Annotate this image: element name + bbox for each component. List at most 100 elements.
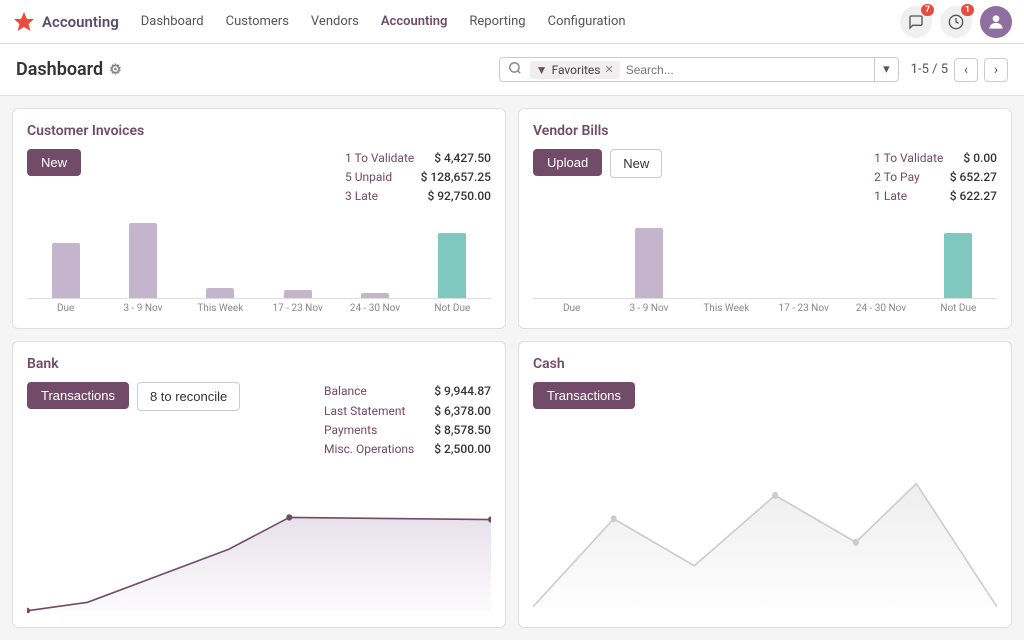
vb-bar-group-5 <box>920 221 997 299</box>
bank-actions: Transactions 8 to reconcile Balance $ 9,… <box>27 382 491 459</box>
nav-right: 7 1 <box>900 6 1012 38</box>
main-content: Customer Invoices New 1 To Validate $ 4,… <box>0 96 1024 640</box>
stat-row-0: 1 To Validate $ 4,427.50 <box>345 149 491 168</box>
stat-row-1: 5 Unpaid $ 128,657.25 <box>345 168 491 187</box>
search-input[interactable] <box>620 59 874 81</box>
nav-configuration[interactable]: Configuration <box>538 8 636 35</box>
nav-accounting[interactable]: Accounting <box>371 8 458 35</box>
bank-stat-value-0: $ 9,944.87 <box>434 382 491 401</box>
filter-icon: ▼ <box>536 63 548 77</box>
filter-tag: ▼ Favorites ✕ <box>530 61 620 79</box>
stat-row-2: 3 Late $ 92,750.00 <box>345 187 491 206</box>
bank-stat-label-2[interactable]: Payments <box>324 421 377 440</box>
bank-title: Bank <box>27 356 491 372</box>
settings-icon[interactable]: ⚙ <box>109 62 122 78</box>
nav-vendors[interactable]: Vendors <box>301 8 369 35</box>
vb-bar-5 <box>944 233 972 298</box>
bank-stats: Balance $ 9,944.87 Last Statement $ 6,37… <box>324 382 491 459</box>
bar-label-4: 24 - 30 Nov <box>336 303 413 314</box>
pagination-label: 1-5 / 5 <box>911 62 948 77</box>
vb-bar-label-3: 17 - 23 Nov <box>765 303 842 314</box>
page-title: Dashboard <box>16 59 103 80</box>
top-navigation: Accounting Dashboard Customers Vendors A… <box>0 0 1024 44</box>
bank-transactions-button[interactable]: Transactions <box>27 382 129 409</box>
vb-stat-row-2: 1 Late $ 622.27 <box>874 187 997 206</box>
bar-3 <box>284 290 312 298</box>
next-page-button[interactable]: › <box>984 58 1008 82</box>
cash-line-chart <box>533 425 997 613</box>
bar-group-4 <box>336 221 413 299</box>
subbar: Dashboard ⚙ ▼ Favorites ✕ ▾ 1-5 / 5 ‹ › <box>0 44 1024 96</box>
vb-stat-row-0: 1 To Validate $ 0.00 <box>874 149 997 168</box>
vb-bar-group-4 <box>842 221 919 299</box>
bank-stat-label-3[interactable]: Misc. Operations <box>324 440 414 459</box>
brand-name: Accounting <box>42 13 119 31</box>
bank-stat-value-3: $ 2,500.00 <box>434 440 491 459</box>
bar-4 <box>361 293 389 298</box>
prev-page-button[interactable]: ‹ <box>954 58 978 82</box>
nav-links: Dashboard Customers Vendors Accounting R… <box>131 8 896 35</box>
avatar-icon <box>986 12 1006 32</box>
search-icon <box>500 61 530 79</box>
vb-stat-label-2[interactable]: 1 Late <box>874 187 907 206</box>
vb-stat-label-1[interactable]: 2 To Pay <box>874 168 920 187</box>
bar-label-2: This Week <box>182 303 259 314</box>
stat-value-2: $ 92,750.00 <box>427 187 491 206</box>
cash-chart-svg <box>533 425 997 613</box>
bar-label-0: Due <box>27 303 104 314</box>
vb-bar-labels: Due 3 - 9 Nov This Week 17 - 23 Nov 24 -… <box>533 303 997 314</box>
bank-reconcile-button[interactable]: 8 to reconcile <box>137 382 240 411</box>
customer-invoices-chart: Due 3 - 9 Nov This Week 17 - 23 Nov 24 -… <box>27 221 491 315</box>
vb-bar-group-3 <box>765 221 842 299</box>
bank-chart-svg <box>27 475 491 613</box>
vb-stat-label-0[interactable]: 1 To Validate <box>874 149 943 168</box>
vendor-bills-actions: Upload New 1 To Validate $ 0.00 2 To Pay… <box>533 149 997 207</box>
filter-remove-button[interactable]: ✕ <box>604 63 613 76</box>
cash-transactions-button[interactable]: Transactions <box>533 382 635 409</box>
bank-stat-value-2: $ 8,578.50 <box>434 421 491 440</box>
bar-1 <box>129 223 157 298</box>
stat-label-1[interactable]: 5 Unpaid <box>345 168 392 187</box>
cash-title: Cash <box>533 356 997 372</box>
vb-bar-label-4: 24 - 30 Nov <box>842 303 919 314</box>
bank-stat-row-0: Balance $ 9,944.87 <box>324 382 491 401</box>
bank-stat-row-1: Last Statement $ 6,378.00 <box>324 402 491 421</box>
bar-5 <box>438 233 466 298</box>
messages-button[interactable]: 7 <box>900 6 932 38</box>
bar-label-5: Not Due <box>414 303 491 314</box>
bar-group-5 <box>414 221 491 299</box>
filter-label: Favorites <box>552 63 601 77</box>
vb-stat-row-1: 2 To Pay $ 652.27 <box>874 168 997 187</box>
page-title-area: Dashboard ⚙ <box>16 59 122 80</box>
bank-stat-label-0[interactable]: Balance <box>324 382 367 401</box>
search-dropdown-button[interactable]: ▾ <box>874 58 898 81</box>
bar-2 <box>206 288 234 298</box>
stat-value-1: $ 128,657.25 <box>421 168 491 187</box>
activity-button[interactable]: 1 <box>940 6 972 38</box>
nav-dashboard[interactable]: Dashboard <box>131 8 214 35</box>
customer-invoices-title: Customer Invoices <box>27 123 491 139</box>
messages-badge: 7 <box>921 4 934 16</box>
cash-card: Cash Transactions <box>518 341 1012 628</box>
bar-label-3: 17 - 23 Nov <box>259 303 336 314</box>
bank-stat-label-1[interactable]: Last Statement <box>324 402 405 421</box>
vendor-bills-stats: 1 To Validate $ 0.00 2 To Pay $ 652.27 1… <box>874 149 997 207</box>
nav-customers[interactable]: Customers <box>216 8 299 35</box>
user-avatar[interactable] <box>980 6 1012 38</box>
vendor-bills-card: Vendor Bills Upload New 1 To Validate $ … <box>518 108 1012 329</box>
customer-invoices-actions: New 1 To Validate $ 4,427.50 5 Unpaid $ … <box>27 149 491 207</box>
stat-label-0[interactable]: 1 To Validate <box>345 149 414 168</box>
bar-0 <box>52 243 80 298</box>
nav-reporting[interactable]: Reporting <box>459 8 535 35</box>
bar-group-0 <box>27 221 104 299</box>
customer-invoices-new-button[interactable]: New <box>27 149 81 176</box>
search-bar: ▼ Favorites ✕ ▾ <box>499 57 899 82</box>
stat-label-2[interactable]: 3 Late <box>345 187 378 206</box>
bar-labels: Due 3 - 9 Nov This Week 17 - 23 Nov 24 -… <box>27 303 491 314</box>
vb-stat-value-0: $ 0.00 <box>963 149 997 168</box>
vendor-bills-upload-button[interactable]: Upload <box>533 149 602 176</box>
vendor-bills-new-button[interactable]: New <box>610 149 662 178</box>
vb-stat-value-2: $ 622.27 <box>950 187 997 206</box>
vb-bar-group-0 <box>533 221 610 299</box>
app-logo[interactable]: Accounting <box>12 10 119 34</box>
